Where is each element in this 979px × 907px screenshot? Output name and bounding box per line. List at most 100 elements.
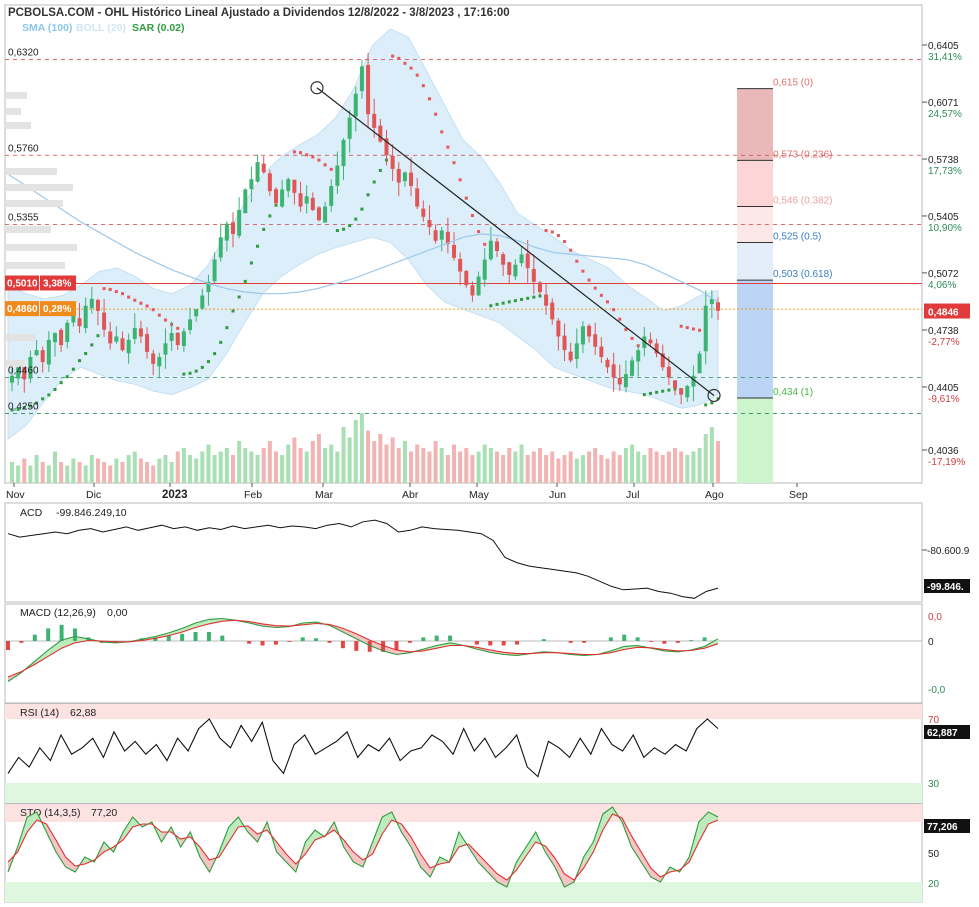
macd-histogram-bar xyxy=(501,641,506,646)
macd-histogram-bar xyxy=(340,641,345,649)
candle-body xyxy=(95,299,100,311)
volume-bar xyxy=(697,448,702,483)
macd-panel[interactable]: MACD (12,26,9) 0,00 0,0 0 -0,0 xyxy=(4,603,946,704)
price-tick-pct: 31,41% xyxy=(928,52,962,63)
volume-bar xyxy=(415,444,420,483)
volume-bar xyxy=(445,455,450,483)
sar-dot xyxy=(648,391,652,395)
candle-body xyxy=(372,113,377,128)
sar-dot xyxy=(599,293,603,297)
candle-body xyxy=(231,222,236,234)
volume-bar xyxy=(71,458,76,483)
candle-body xyxy=(34,350,39,356)
volume-bar xyxy=(562,455,567,483)
volume-bar xyxy=(648,448,653,483)
macd-panel-frame xyxy=(4,603,923,704)
candle-body xyxy=(415,188,420,207)
volume-bar xyxy=(494,451,499,483)
sar-dot xyxy=(605,300,609,304)
candle-body xyxy=(52,333,57,343)
volume-bar xyxy=(378,434,383,483)
price-tick-label: 0,5738 xyxy=(928,155,959,166)
macd-histogram-bar xyxy=(407,641,412,643)
sar-dot xyxy=(544,228,548,232)
candle-body xyxy=(335,165,340,186)
rsi-panel[interactable]: RSI (14) 62,88 70 62,887 30 xyxy=(4,703,970,804)
sar-dot xyxy=(262,227,266,231)
rsi-value: 62,88 xyxy=(70,707,96,719)
volume-bar xyxy=(458,451,463,483)
candle-body xyxy=(574,343,579,359)
volume-bar xyxy=(249,451,254,483)
volume-bar xyxy=(384,444,389,483)
sar-dot xyxy=(618,317,622,321)
x-tick-label: Jun xyxy=(549,489,566,501)
volume-bar xyxy=(685,455,690,483)
sto-panel[interactable]: STO (14,3,5) 77,20 77,206 50 20 xyxy=(4,803,970,903)
stock-chart-screen: 0,615 (0)0,573 (0.236)0,546 (0.382)0,525… xyxy=(0,0,979,907)
marker-red-value: 0,5010 xyxy=(7,278,38,289)
volume-bar xyxy=(273,451,278,483)
macd-histogram-bar xyxy=(662,641,667,644)
price-tick-label: 0,5072 xyxy=(928,269,959,280)
candle-body xyxy=(341,139,346,167)
sar-dot xyxy=(569,248,573,252)
volume-bar xyxy=(175,451,180,483)
sar-dot xyxy=(133,298,137,302)
candle-body xyxy=(237,209,242,236)
volume-bar xyxy=(353,420,358,483)
macd-histogram-bar xyxy=(327,641,332,643)
candle-body xyxy=(568,351,573,361)
volume-bar xyxy=(507,448,512,483)
candle-body xyxy=(138,328,143,337)
macd-histogram-bar xyxy=(72,628,77,641)
candle-body xyxy=(310,197,315,210)
macd-histogram-bar xyxy=(675,641,680,643)
sar-dot xyxy=(114,290,118,294)
candle-body xyxy=(102,312,107,330)
sar-dot xyxy=(440,130,444,134)
legend-sar[interactable]: SAR (0.02) xyxy=(132,22,185,34)
candle-body xyxy=(71,315,76,323)
sar-dot xyxy=(489,304,493,308)
candle-body xyxy=(194,309,199,317)
macd-histogram-bar xyxy=(622,634,627,641)
sar-dot xyxy=(53,387,57,391)
candle-body xyxy=(513,264,518,277)
candle-body xyxy=(347,117,352,139)
price-tick-label: 0,5405 xyxy=(928,212,959,223)
macd-histogram-bar xyxy=(582,641,587,643)
volume-bar xyxy=(587,451,592,483)
sar-dot xyxy=(78,359,82,363)
acd-last-value: -99.846. xyxy=(927,582,964,593)
volume-bar xyxy=(716,441,720,483)
volume-bar xyxy=(114,458,119,483)
sar-dot xyxy=(593,286,597,290)
volume-bar xyxy=(267,441,272,483)
macd-histogram-bar xyxy=(247,641,252,644)
volume-bar xyxy=(402,441,407,483)
sar-dot xyxy=(65,375,69,379)
sar-dot xyxy=(311,155,315,159)
candle-body xyxy=(212,259,217,282)
candle-body xyxy=(685,386,690,398)
acd-panel[interactable]: ACD -99.846.249,10 -80.600.9 -99.846. xyxy=(4,502,970,603)
sar-dot xyxy=(470,214,474,218)
sar-dot xyxy=(256,244,260,248)
chart-title: PCBOLSA.COM - OHL Histórico Lineal Ajust… xyxy=(8,7,510,19)
rsi-title: RSI (14) xyxy=(20,707,59,719)
sar-dot xyxy=(354,217,358,221)
x-tick-label: Abr xyxy=(402,489,419,501)
candle-body xyxy=(108,331,113,344)
volume-bar xyxy=(550,451,555,483)
legend-sma[interactable]: SMA (100) xyxy=(22,22,72,34)
volume-bar xyxy=(488,448,493,483)
sar-dot xyxy=(90,343,94,347)
sar-dot xyxy=(329,167,333,171)
candle-body xyxy=(359,66,364,92)
price-panel[interactable]: 0,615 (0)0,573 (0.236)0,546 (0.382)0,525… xyxy=(4,4,970,501)
legend-boll[interactable]: BOLL (20) xyxy=(76,22,126,34)
volume-bar xyxy=(433,441,438,483)
sar-dot xyxy=(108,287,112,291)
volume-bar xyxy=(194,458,199,483)
